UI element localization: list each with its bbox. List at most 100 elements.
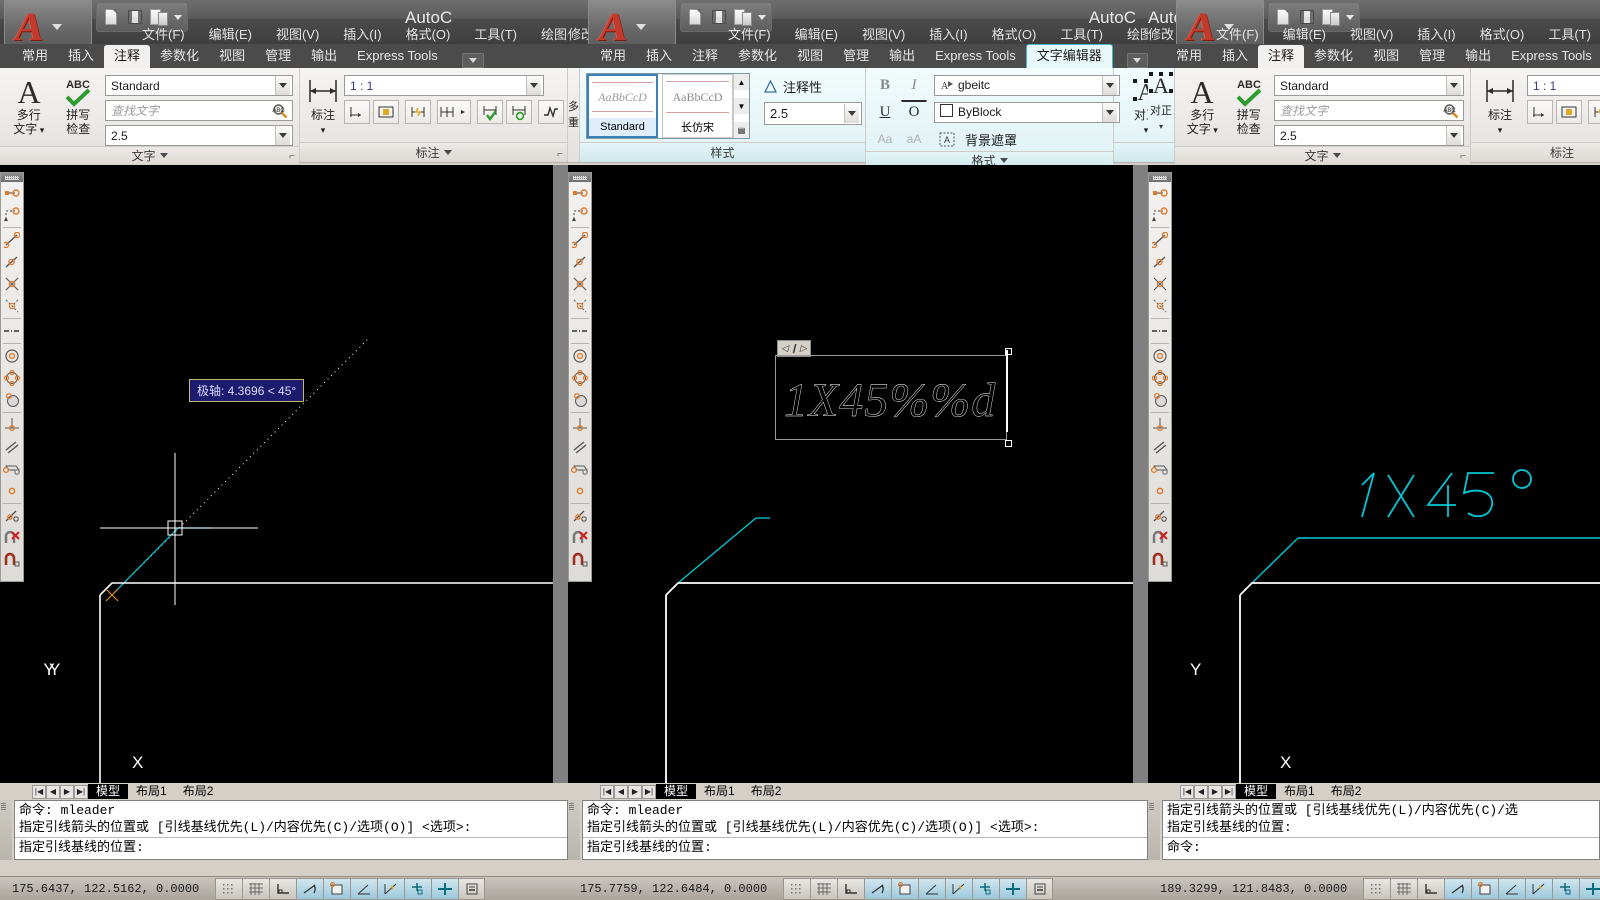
snap-endpoint-icon[interactable] bbox=[1, 182, 23, 204]
tab-insert[interactable]: 插入 bbox=[1212, 45, 1258, 68]
layout-tab-layout2-p2[interactable]: 布局2 bbox=[743, 784, 790, 799]
layout-tabs-p2[interactable]: |◀◀▶▶| 模型 布局1 布局2 bbox=[568, 783, 1148, 800]
tab-home[interactable]: 常用 bbox=[590, 45, 636, 68]
first-tab-icon[interactable]: |◀ bbox=[32, 785, 46, 799]
tab-view[interactable]: 视图 bbox=[1363, 45, 1409, 68]
object-snap-toolbar-p3[interactable] bbox=[1148, 172, 1172, 582]
next-tab-icon[interactable]: ▶ bbox=[1208, 785, 1222, 799]
snap-nearest-icon[interactable] bbox=[1149, 505, 1171, 527]
menu-format[interactable]: 格式(O) bbox=[980, 22, 1049, 45]
ruler-left-arrow-icon[interactable]: ◁ bbox=[781, 343, 788, 354]
font-combo-p2[interactable]: A gbeitc bbox=[934, 75, 1120, 96]
last-tab-icon[interactable]: ▶| bbox=[642, 785, 656, 799]
snap-settings-icon[interactable] bbox=[1, 549, 23, 571]
menu-edit[interactable]: 编辑(E) bbox=[197, 22, 264, 45]
last-tab-icon[interactable]: ▶| bbox=[1222, 785, 1236, 799]
mtext-edit-box-p2[interactable]: 1X45%%d bbox=[775, 355, 1007, 440]
snap-center-icon[interactable] bbox=[1149, 345, 1171, 367]
layout-tab-layout1-p1[interactable]: 布局1 bbox=[128, 784, 175, 799]
text-height-combo-p1[interactable]: 2.5 bbox=[105, 125, 293, 146]
chevron-down-icon[interactable] bbox=[1446, 126, 1461, 145]
dim-style-icon[interactable] bbox=[373, 100, 399, 124]
snap-mode-icon[interactable] bbox=[215, 878, 242, 900]
menu-tools[interactable]: 工具(T) bbox=[462, 22, 529, 45]
find-text-icon[interactable]: ABC bbox=[1443, 103, 1461, 119]
dynamic-input-icon[interactable] bbox=[999, 878, 1026, 900]
menu-file[interactable]: 文件(F) bbox=[716, 22, 783, 45]
menu-format[interactable]: 格式(O) bbox=[1468, 22, 1537, 45]
dynamic-ucs-icon[interactable] bbox=[972, 878, 999, 900]
object-snap-icon[interactable] bbox=[1471, 878, 1498, 900]
ortho-mode-icon[interactable] bbox=[1417, 878, 1444, 900]
layout-tab-model-p2[interactable]: 模型 bbox=[656, 784, 696, 799]
layout-tab-layout1-p2[interactable]: 布局1 bbox=[696, 784, 743, 799]
snap-dashed-line-icon[interactable] bbox=[569, 320, 591, 342]
dim-jog-icon[interactable] bbox=[1588, 100, 1600, 124]
dim-break-icon[interactable] bbox=[1527, 100, 1553, 124]
snap-none-icon[interactable] bbox=[1, 527, 23, 549]
command-window-grip-p2[interactable] bbox=[568, 800, 580, 860]
snap-insert-icon[interactable] bbox=[1, 458, 23, 480]
tab-parametric[interactable]: 参数化 bbox=[1304, 45, 1363, 68]
snap-insert-icon[interactable] bbox=[569, 458, 591, 480]
toolbar-grip[interactable] bbox=[569, 173, 591, 182]
menu-view[interactable]: 视图(V) bbox=[850, 22, 917, 45]
tab-home[interactable]: 常用 bbox=[1166, 45, 1212, 68]
coordinate-readout-p1[interactable]: 175.6437, 122.5162, 0.0000 bbox=[0, 882, 199, 896]
menu-draw[interactable]: 绘图(D) bbox=[529, 22, 568, 45]
menu-insert[interactable]: 插入(I) bbox=[917, 22, 979, 45]
dim-update-icon[interactable] bbox=[506, 100, 532, 124]
dynamic-ucs-icon[interactable] bbox=[404, 878, 431, 900]
tab-output[interactable]: 输出 bbox=[301, 45, 347, 68]
text-style-combo-p1[interactable]: Standard bbox=[105, 75, 293, 96]
vertical-scrollbar-p2[interactable] bbox=[1133, 165, 1148, 783]
coordinate-readout-p3[interactable]: 189.3299, 121.8483, 0.0000 bbox=[1148, 882, 1347, 896]
layout-tab-layout2-p1[interactable]: 布局2 bbox=[175, 784, 222, 799]
command-prompt-p3[interactable]: 命令: bbox=[1163, 837, 1599, 857]
drawing-canvas-p3[interactable]: Y X 1X45° bbox=[1148, 165, 1600, 783]
snap-parallel-icon[interactable] bbox=[1149, 436, 1171, 458]
tab-output[interactable]: 输出 bbox=[879, 45, 925, 68]
layout-tab-model-p3[interactable]: 模型 bbox=[1236, 784, 1276, 799]
menu-tools[interactable]: 工具(T) bbox=[1536, 22, 1600, 45]
layout-tabs-p1[interactable]: |◀◀▶▶| 模型 布局1 布局2 bbox=[0, 783, 568, 800]
menu-draw[interactable]: 绘图(D) bbox=[1115, 22, 1148, 45]
prev-tab-icon[interactable]: ◀ bbox=[1194, 785, 1208, 799]
ruler-right-arrow-icon[interactable]: ▷ bbox=[800, 343, 807, 354]
menu-bar-p3[interactable]: 文件(F) 编辑(E) 视图(V) 插入(I) 格式(O) 工具(T) bbox=[1148, 22, 1600, 44]
lowercase-button[interactable]: aA bbox=[901, 127, 927, 151]
snap-node-icon[interactable] bbox=[569, 480, 591, 502]
snap-nearest-icon[interactable] bbox=[569, 505, 591, 527]
drawing-canvas-p1[interactable]: Y X 极轴: 4.3696 < 45° Y X bbox=[0, 165, 568, 783]
menu-view[interactable]: 视图(V) bbox=[1338, 22, 1405, 45]
snap-node-icon[interactable] bbox=[1149, 480, 1171, 502]
menu-tools[interactable]: 工具(T) bbox=[1048, 22, 1115, 45]
overline-button[interactable]: O bbox=[901, 100, 927, 124]
ribbon-tabs-p2[interactable]: 常用 插入 注释 参数化 视图 管理 输出 Express Tools 文字编辑… bbox=[568, 44, 1148, 68]
tab-text-editor[interactable]: 文字编辑器 bbox=[1026, 44, 1113, 68]
snap-mode-icon[interactable] bbox=[1363, 878, 1390, 900]
snap-none-icon[interactable] bbox=[1149, 527, 1171, 549]
command-prompt-p2[interactable]: 指定引线基线的位置: bbox=[583, 837, 1147, 857]
layout-nav-buttons-p1[interactable]: |◀◀▶▶| bbox=[32, 785, 88, 799]
snap-dashed-line-icon[interactable] bbox=[1149, 320, 1171, 342]
dim-break-icon[interactable] bbox=[344, 100, 370, 124]
polar-tracking-icon[interactable] bbox=[296, 878, 323, 900]
tab-manage[interactable]: 管理 bbox=[255, 45, 301, 68]
snap-tangent-icon[interactable] bbox=[1, 389, 23, 411]
chevron-down-icon[interactable] bbox=[844, 104, 859, 123]
background-mask-icon[interactable]: A bbox=[934, 127, 960, 151]
status-toggle-group-p1[interactable] bbox=[215, 878, 485, 900]
next-tab-icon[interactable]: ▶ bbox=[60, 785, 74, 799]
spellcheck-button-p3[interactable]: ABC 拼写 检查 bbox=[1228, 72, 1271, 136]
snap-endpoint-icon[interactable] bbox=[569, 182, 591, 204]
object-snap-icon[interactable] bbox=[891, 878, 918, 900]
3d-object-snap-icon[interactable] bbox=[1498, 878, 1525, 900]
lineweight-icon[interactable] bbox=[458, 878, 485, 900]
command-window-grip-p3[interactable] bbox=[1148, 800, 1160, 860]
tab-express-tools[interactable]: Express Tools bbox=[925, 45, 1026, 68]
annotative-toggle-p2[interactable]: 注释性 bbox=[764, 77, 862, 96]
snap-midpoint-icon[interactable] bbox=[569, 204, 591, 226]
scroll-more-icon[interactable]: ▤ bbox=[734, 122, 749, 138]
snap-perpendicular-icon[interactable] bbox=[569, 414, 591, 436]
